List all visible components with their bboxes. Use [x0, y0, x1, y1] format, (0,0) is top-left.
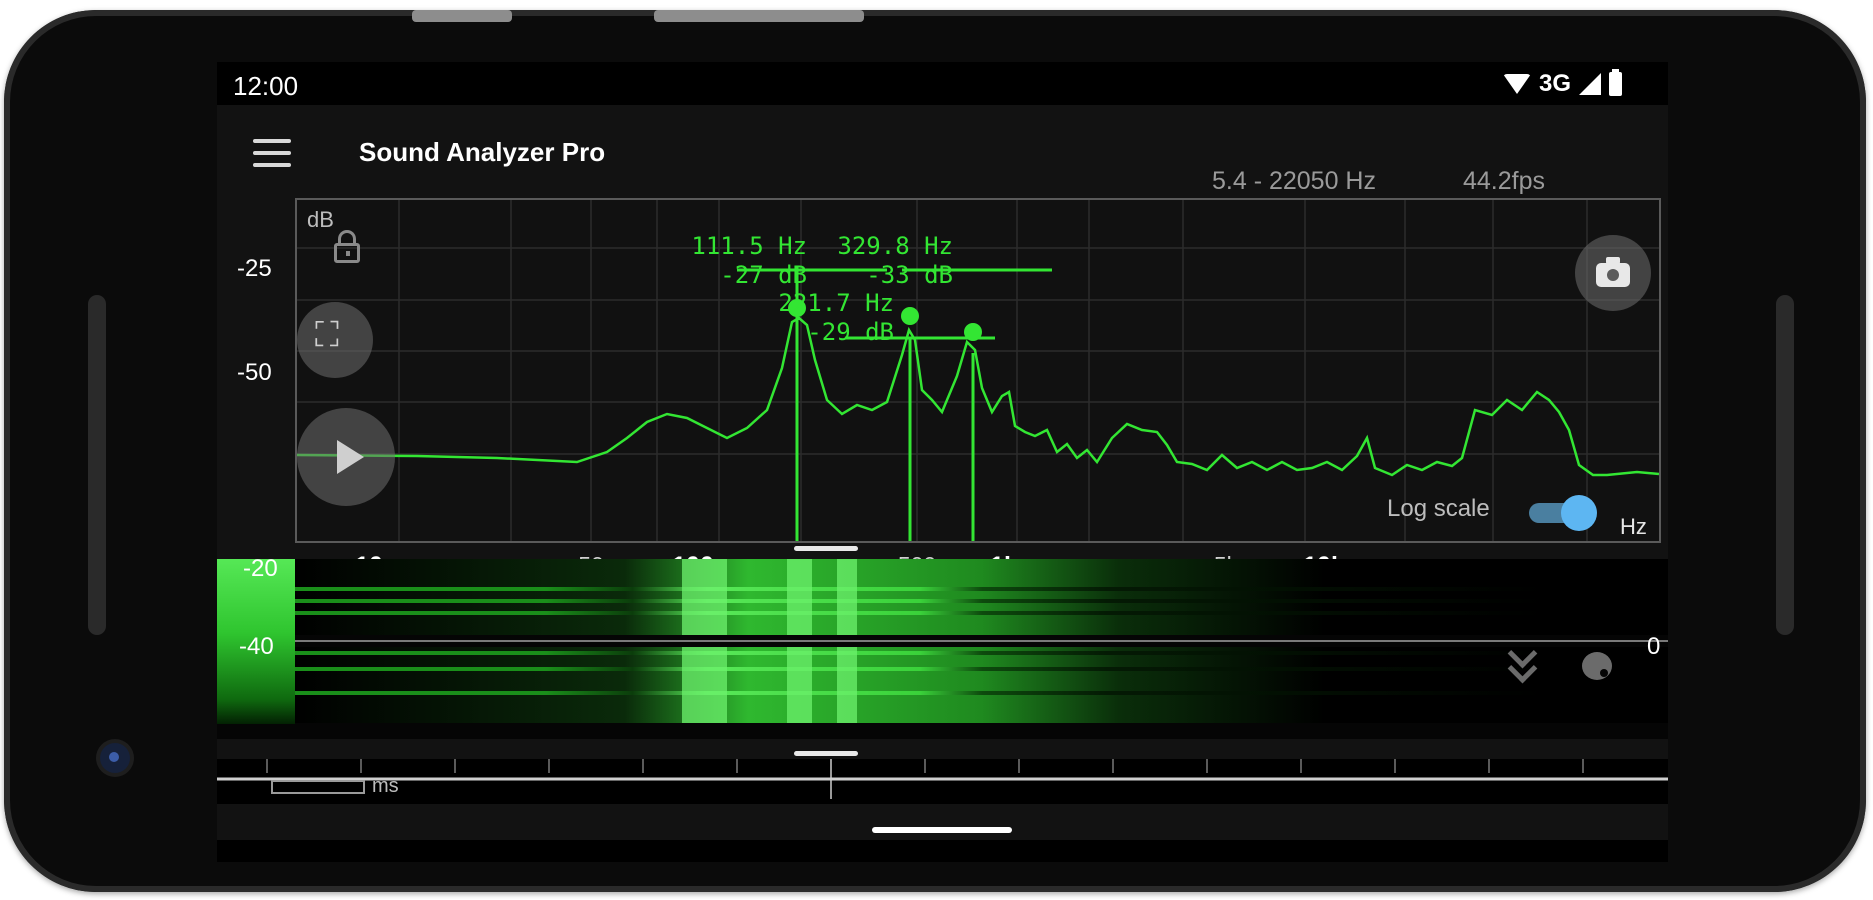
time-ruler-ticks — [217, 759, 1668, 799]
peak-label-3: 221.7 Hz -29 dB — [744, 289, 894, 347]
fps-readout: 44.2fps — [1463, 167, 1546, 195]
volume-button — [412, 10, 512, 22]
left-speaker — [88, 295, 106, 635]
time-unit: ms — [372, 775, 399, 797]
hamburger-menu-icon[interactable] — [253, 139, 291, 167]
network-type: 3G — [1538, 70, 1571, 97]
status-icons: 3G — [1502, 69, 1622, 98]
y-axis-unit: dB — [307, 207, 334, 232]
screen: 12:00 3G Sound Analyzer Pro 5.4 - 22050 … — [217, 62, 1668, 862]
peak-label-2: 329.8 Hz -33 dB — [803, 232, 953, 290]
screenshot-button[interactable] — [1575, 235, 1651, 311]
log-scale-toggle-knob[interactable] — [1561, 495, 1597, 531]
double-chevron-down-icon[interactable] — [1507, 638, 1538, 684]
battery-icon — [1609, 69, 1622, 96]
play-icon — [337, 440, 364, 474]
log-scale-label: Log scale — [1387, 495, 1490, 522]
colorbar-label: -20 — [243, 559, 278, 582]
peak-frequency: 329.8 Hz — [837, 232, 953, 260]
fullscreen-icon: ⛶ — [315, 316, 339, 354]
app-content: Sound Analyzer Pro 5.4 - 22050 Hz 44.2fp… — [217, 105, 1668, 840]
power-button — [654, 10, 864, 22]
fullscreen-button[interactable]: ⛶ — [297, 302, 373, 378]
spectrum-graph — [297, 200, 1659, 541]
palette-icon[interactable] — [1582, 652, 1612, 680]
resize-handle-bottom[interactable] — [794, 751, 858, 756]
spectrogram[interactable]: -20 -40 0 — [217, 559, 1668, 739]
home-gesture-bar[interactable] — [872, 827, 1012, 833]
front-camera-icon — [100, 743, 130, 773]
play-button[interactable] — [297, 408, 395, 506]
signal-icon — [1579, 73, 1601, 95]
spectrum-plot[interactable] — [295, 198, 1661, 543]
camera-icon — [1596, 257, 1630, 287]
status-time: 12:00 — [233, 71, 299, 101]
peak-level: -33 dB — [866, 261, 953, 289]
time-ruler: ms — [217, 759, 1668, 804]
frequency-range: 5.4 - 22050 Hz — [1212, 167, 1376, 195]
phone-frame: 12:00 3G Sound Analyzer Pro 5.4 - 22050 … — [4, 10, 1866, 892]
status-bar: 12:00 3G — [217, 62, 1668, 104]
x-axis-unit: Hz — [1620, 514, 1647, 539]
lock-icon[interactable] — [334, 230, 360, 264]
peak-frequency: 111.5 Hz — [691, 232, 807, 260]
y-tick-label: -50 — [237, 359, 272, 386]
zero-label: 0 — [1647, 633, 1661, 660]
peak-frequency: 221.7 Hz — [778, 289, 894, 317]
spectrum-curve — [297, 316, 1659, 477]
y-tick-label: -25 — [237, 255, 272, 282]
wifi-icon — [1502, 74, 1531, 94]
app-title: Sound Analyzer Pro — [359, 137, 606, 167]
resize-handle-top[interactable] — [794, 546, 858, 551]
peak-label-1: 111.5 Hz -27 dB — [657, 232, 807, 290]
right-speaker — [1776, 295, 1794, 635]
spectrogram-image — [295, 559, 1668, 723]
colorbar-label: -40 — [239, 633, 274, 660]
peak-level: -29 dB — [807, 318, 894, 346]
peak-level: -27 dB — [720, 261, 807, 289]
